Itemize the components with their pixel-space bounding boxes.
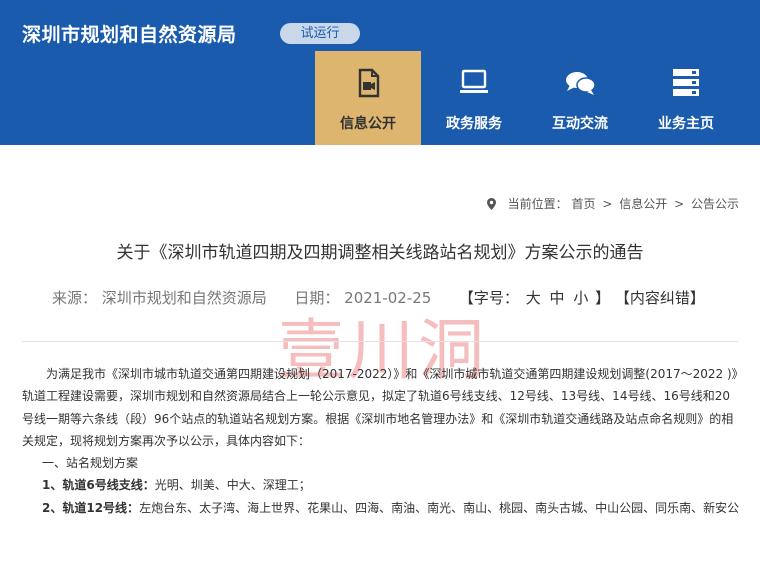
breadcrumb-info-public[interactable]: 信息公开	[619, 197, 667, 211]
article-body: 为满足我市《深圳市城市轨道交通第四期建设规划（2017-2022）》和《深圳市城…	[22, 363, 740, 519]
intro-paragraph: 为满足我市《深圳市城市轨道交通第四期建设规划（2017-2022）》和《深圳市城…	[22, 367, 738, 448]
line6-stations: 光明、圳美、中大、深理工；	[154, 478, 311, 493]
document-video-icon	[358, 68, 380, 98]
list-item: 2、轨道12号线：左炮台东、太子湾、海上世界、花果山、四海、南油、南光、南山、桃…	[22, 497, 740, 519]
line6-label: 1、轨道6号线支线：	[42, 478, 155, 493]
breadcrumb-separator: >	[674, 197, 685, 211]
section-heading: 一、站名规划方案	[42, 456, 139, 471]
site-header: 深圳市规划和自然资源局 试运行 信息公开 政务服务 互动交流 业务主页	[0, 0, 760, 145]
breadcrumb-separator: >	[602, 197, 613, 211]
breadcrumb-home[interactable]: 首页	[572, 197, 596, 211]
location-pin-icon	[486, 198, 496, 210]
fontsize-large-button[interactable]: 大	[526, 289, 541, 307]
nav-item-gov-service[interactable]: 政务服务	[421, 51, 527, 145]
breadcrumb: 当前位置： 首页 > 信息公开 > 公告公示	[486, 195, 739, 212]
list-item: 1、轨道6号线支线：光明、圳美、中大、深理工；	[22, 474, 740, 496]
source-label: 来源：	[52, 289, 98, 307]
nav-label: 业务主页	[658, 116, 714, 132]
source-value: 深圳市规划和自然资源局	[101, 289, 267, 307]
chat-bubbles-icon	[566, 72, 596, 95]
nav-item-interaction[interactable]: 互动交流	[527, 51, 633, 145]
site-title[interactable]: 深圳市规划和自然资源局	[22, 20, 237, 47]
nav-item-business-home[interactable]: 业务主页	[633, 51, 739, 145]
trial-badge: 试运行	[280, 23, 360, 44]
divider	[22, 341, 738, 342]
breadcrumb-announcement[interactable]: 公告公示	[691, 197, 739, 211]
article-title: 关于《深圳市轨道四期及四期调整相关线路站名规划》方案公示的通告	[116, 243, 644, 263]
server-icon	[673, 69, 699, 96]
date-label: 日期：	[294, 289, 340, 307]
nav-label: 政务服务	[446, 116, 502, 132]
nav-label: 互动交流	[552, 116, 608, 132]
fontsize-small-button[interactable]: 小	[573, 289, 588, 307]
date-value: 2021-02-25	[344, 289, 432, 307]
nav-label: 信息公开	[340, 116, 396, 132]
fontsize-medium-button[interactable]: 中	[550, 289, 565, 307]
line12-label: 2、轨道12号线：	[42, 500, 140, 515]
monitor-icon	[460, 69, 488, 93]
fontsize-label: 【字号：	[458, 289, 519, 307]
main-nav: 信息公开 政务服务 互动交流 业务主页	[315, 51, 739, 145]
fontsize-close: 】	[595, 289, 611, 307]
content-correction-link[interactable]: 【内容纠错】	[615, 289, 705, 307]
breadcrumb-prefix: 当前位置：	[507, 197, 568, 211]
article-meta: 来源： 深圳市规划和自然资源局 日期： 2021-02-25 【字号： 大 中 …	[52, 287, 705, 308]
nav-item-info-public[interactable]: 信息公开	[315, 51, 421, 145]
line12-stations: 左炮台东、太子湾、海上世界、花果山、四海、南油、南光、南山、桃园、南头古城、中山…	[139, 500, 740, 515]
